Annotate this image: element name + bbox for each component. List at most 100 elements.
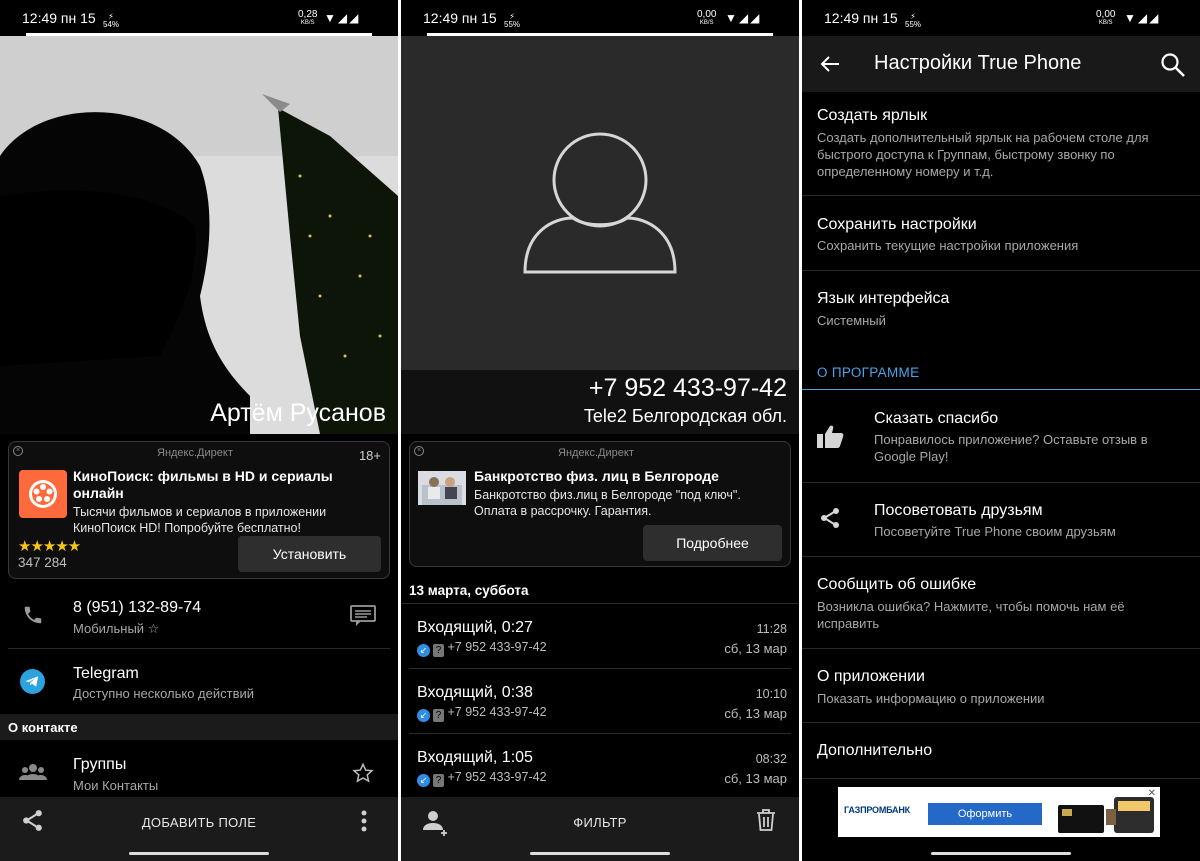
call-type-duration: Входящий, 0:38 xyxy=(417,684,533,701)
call-time: 11:28 xyxy=(756,622,787,636)
add-field-button[interactable]: ДОБАВИТЬ ПОЛЕ xyxy=(0,815,398,830)
call-entry[interactable]: Входящий, 0:38 ↙? +7 952 433-97-42 10:10… xyxy=(401,669,799,733)
setting-sub: Сохранить текущие настройки приложения xyxy=(817,238,1079,253)
groups-icon xyxy=(19,764,47,780)
setting-sub: Посоветуйте True Phone своим друзьям xyxy=(874,524,1116,539)
filter-button[interactable]: ФИЛЬТР xyxy=(401,815,799,830)
telegram-sub: Доступно несколько действий xyxy=(73,686,255,701)
ad-card[interactable]: × Яндекс.Директ Банкротство физ. лиц в Б… xyxy=(409,441,791,567)
ad-source: Яндекс.Директ xyxy=(157,447,233,459)
divider xyxy=(802,482,1200,483)
call-number: ↙? +7 952 433-97-42 xyxy=(417,640,547,657)
call-entry[interactable]: Входящий, 0:27 ↙? +7 952 433-97-42 11:28… xyxy=(401,604,799,668)
setting-title: Язык интерфейса xyxy=(817,290,950,307)
incoming-call-icon: ↙ xyxy=(417,774,430,787)
phone-number: 8 (951) 132-89-74 xyxy=(73,599,202,616)
banner-close-icon[interactable]: ✕ xyxy=(1148,788,1156,799)
contact-photo-image xyxy=(0,36,398,434)
bottom-action-bar: ДОБАВИТЬ ПОЛЕ xyxy=(0,797,398,861)
battery-level: ⚡ 55% xyxy=(905,12,922,29)
setting-title: О приложении xyxy=(817,668,925,685)
rating-stars-icon: ★★★★★ xyxy=(18,538,81,555)
phone-icon xyxy=(24,606,42,624)
status-bar: 12:49 пн 15 ⚡ 55% 0,00 KB/S ▼◢◢ xyxy=(401,0,799,36)
details-button[interactable]: Подробнее xyxy=(643,525,782,561)
call-log-screen: 12:49 пн 15 ⚡ 55% 0,00 KB/S ▼◢◢ +7 952 433… xyxy=(401,0,799,861)
setting-title: Сообщить об ошибке xyxy=(817,576,977,593)
banner-brand: ГАЗПРОМБАНК xyxy=(844,805,910,815)
signal-icons: ▼◢◢ xyxy=(725,11,762,25)
settings-screen: 12:49 пн 15 ⚡ 55% 0,00 KB/S ▼◢◢ Настройки … xyxy=(802,0,1200,861)
status-time: 12:49 пн 15 xyxy=(22,10,96,26)
ad-title[interactable]: КиноПоиск: фильмы в HD и сериалы онлайн xyxy=(73,468,353,502)
bottom-action-bar: ФИЛЬТР xyxy=(401,797,799,861)
status-bar: 12:49 пн 15 ⚡ 54% 0,28 KB/S ▼◢◢ xyxy=(0,0,398,36)
favorite-star-icon[interactable] xyxy=(352,762,374,784)
sim-icon: ? xyxy=(433,709,444,722)
section-about-contact: О контакте xyxy=(8,720,78,735)
divider xyxy=(802,270,1200,271)
contact-name: Артём Русанов xyxy=(210,399,386,427)
gesture-nav-bar[interactable] xyxy=(931,852,1071,855)
divider xyxy=(802,556,1200,557)
ad-text: Тысячи фильмов и сериалов в приложении К… xyxy=(73,505,327,535)
status-time: 12:49 пн 15 xyxy=(423,10,497,26)
sim-icon: ? xyxy=(433,774,444,787)
contact-photo[interactable]: Артём Русанов xyxy=(0,36,398,434)
status-bar: 12:49 пн 15 ⚡ 55% 0,00 KB/S ▼◢◢ xyxy=(802,0,1200,36)
ad-title[interactable]: Банкротство физ. лиц в Белгороде xyxy=(474,468,774,485)
share-icon xyxy=(821,508,839,528)
call-type-duration: Входящий, 0:27 xyxy=(417,619,533,636)
network-speed: 0,28 KB/S xyxy=(298,9,318,27)
battery-level: ⚡ 55% xyxy=(504,12,521,29)
delete-icon[interactable] xyxy=(756,808,776,832)
message-icon[interactable] xyxy=(350,605,376,627)
call-number: ↙? +7 952 433-97-42 xyxy=(417,770,547,787)
divider xyxy=(8,648,390,649)
date-header: 13 марта, суббота xyxy=(409,583,529,598)
divider xyxy=(802,648,1200,649)
bank-card-image xyxy=(1058,797,1154,833)
telegram-icon xyxy=(20,669,45,694)
battery-level: ⚡ 54% xyxy=(103,12,120,29)
setting-sub: Показать информацию о приложении xyxy=(817,691,1045,706)
telegram-title: Telegram xyxy=(73,665,139,682)
setting-title: Сохранить настройки xyxy=(817,216,977,233)
banner-apply-button[interactable]: Оформить xyxy=(928,803,1042,825)
back-arrow-icon[interactable] xyxy=(820,54,840,74)
banner-ad[interactable]: ГАЗПРОМБАНК Оформить ✕ xyxy=(838,787,1160,837)
section-header: О контакте xyxy=(0,714,398,740)
call-entry[interactable]: Входящий, 1:05 ↙? +7 952 433-97-42 08:32… xyxy=(401,734,799,796)
gesture-nav-bar[interactable] xyxy=(530,852,670,855)
setting-sub: Возникла ошибка? Нажмите, чтобы помочь н… xyxy=(817,599,1125,631)
setting-title: Посоветовать друзьям xyxy=(874,502,1043,519)
page-title: Настройки True Phone xyxy=(874,52,1082,74)
call-time: 08:32 xyxy=(755,752,787,766)
call-date: сб, 13 мар xyxy=(724,641,787,656)
sim-icon: ? xyxy=(433,644,444,657)
call-number: ↙? +7 952 433-97-42 xyxy=(417,705,547,722)
setting-sub: Создать дополнительный ярлык на рабочем … xyxy=(817,130,1149,179)
search-icon[interactable] xyxy=(1160,52,1186,78)
groups-sub: Мои Контакты xyxy=(73,778,159,793)
ad-text: Банкротство физ.лиц в Белгороде "под клю… xyxy=(474,488,741,518)
gesture-nav-bar[interactable] xyxy=(129,852,269,855)
ad-card[interactable]: × Яндекс.Директ 18+ КиноПоиск: фильмы в … xyxy=(8,441,390,579)
more-menu-icon[interactable] xyxy=(360,809,368,833)
setting-sub: Понравилось приложение? Оставьте отзыв в… xyxy=(874,432,1148,464)
incoming-call-icon: ↙ xyxy=(417,709,430,722)
kinopoisk-logo-icon xyxy=(19,470,67,518)
contact-avatar-area[interactable] xyxy=(401,36,799,370)
ad-close-icon[interactable]: × xyxy=(13,446,23,456)
divider xyxy=(802,778,1200,779)
thumbs-up-icon xyxy=(817,425,844,448)
person-placeholder-icon xyxy=(523,132,677,274)
call-date: сб, 13 мар xyxy=(724,771,787,786)
ad-close-icon[interactable]: × xyxy=(414,446,424,456)
divider xyxy=(802,722,1200,723)
ad-review-count: 347 284 xyxy=(18,555,67,570)
status-time: 12:49 пн 15 xyxy=(824,10,898,26)
setting-title: Создать ярлык xyxy=(817,107,928,124)
setting-title: Сказать спасибо xyxy=(874,410,999,427)
install-button[interactable]: Установить xyxy=(238,536,381,572)
